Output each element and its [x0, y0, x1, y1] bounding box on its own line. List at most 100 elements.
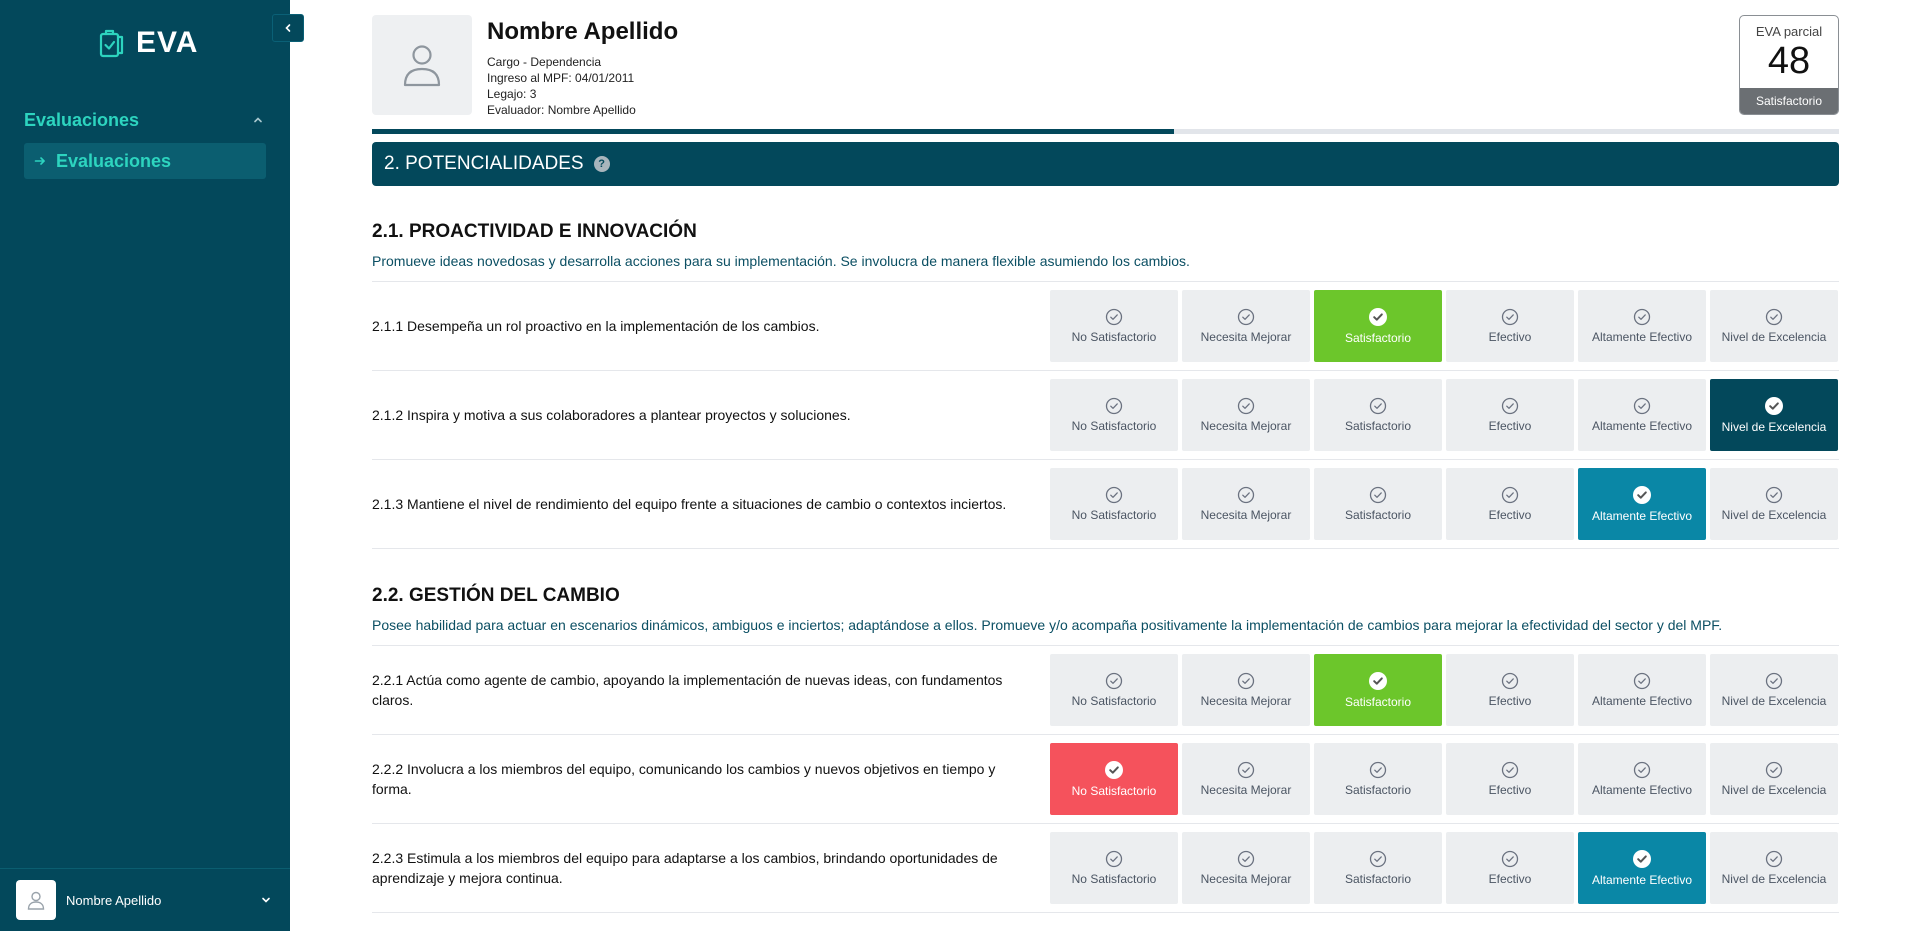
nav-group-label: Evaluaciones — [24, 109, 140, 130]
check-circle-icon — [1369, 672, 1387, 690]
check-circle-icon — [1633, 761, 1651, 779]
profile-photo — [372, 15, 472, 115]
rating-option-efectivo[interactable]: Efectivo — [1446, 743, 1574, 815]
avatar — [16, 880, 56, 920]
rating-option-altamente-efectivo[interactable]: Altamente Efectivo — [1578, 468, 1706, 540]
rating-option-satisfactorio[interactable]: Satisfactorio — [1314, 832, 1442, 904]
rating-option-label: Satisfactorio — [1344, 695, 1412, 709]
rating-option-altamente-efectivo[interactable]: Altamente Efectivo — [1578, 832, 1706, 904]
rating-option-label: No Satisfactorio — [1071, 872, 1157, 886]
rating-option-altamente-efectivo[interactable]: Altamente Efectivo — [1578, 379, 1706, 451]
rating-option-label: No Satisfactorio — [1071, 694, 1157, 708]
rating-option-efectivo[interactable]: Efectivo — [1446, 290, 1574, 362]
check-circle-icon — [1237, 850, 1255, 868]
rating-option-necesita-mejorar[interactable]: Necesita Mejorar — [1182, 743, 1310, 815]
collapse-sidebar-button[interactable] — [272, 14, 304, 42]
rating-option-satisfactorio[interactable]: Satisfactorio — [1314, 468, 1442, 540]
rating-option-nivel-de-excelencia[interactable]: Nivel de Excelencia — [1710, 379, 1838, 451]
rating-option-nivel-de-excelencia[interactable]: Nivel de Excelencia — [1710, 290, 1838, 362]
rating-option-label: Satisfactorio — [1344, 872, 1412, 886]
arrow-right-icon — [34, 157, 45, 165]
rating-option-necesita-mejorar[interactable]: Necesita Mejorar — [1182, 468, 1310, 540]
rating-option-nivel-de-excelencia[interactable]: Nivel de Excelencia — [1710, 654, 1838, 726]
user-icon — [27, 891, 45, 910]
check-circle-icon — [1105, 850, 1123, 868]
criterion-row: 2.2.2 Involucra a los miembros del equip… — [372, 735, 1839, 824]
rating-option-satisfactorio[interactable]: Satisfactorio — [1314, 743, 1442, 815]
rating-option-no-satisfactorio[interactable]: No Satisfactorio — [1050, 290, 1178, 362]
rating-option-necesita-mejorar[interactable]: Necesita Mejorar — [1182, 379, 1310, 451]
rating-option-efectivo[interactable]: Efectivo — [1446, 379, 1574, 451]
nav-group-evaluaciones[interactable]: Evaluaciones — [24, 108, 264, 132]
rating-option-satisfactorio[interactable]: Satisfactorio — [1314, 654, 1442, 726]
rating-option-no-satisfactorio[interactable]: No Satisfactorio — [1050, 379, 1178, 451]
rating-option-necesita-mejorar[interactable]: Necesita Mejorar — [1182, 290, 1310, 362]
rating-option-label: Nivel de Excelencia — [1721, 694, 1827, 708]
check-circle-icon — [1765, 308, 1783, 326]
eva-score-card: EVA parcial 48 Satisfactorio — [1739, 15, 1839, 115]
rating-option-label: Efectivo — [1488, 419, 1532, 433]
check-circle-icon — [1501, 850, 1519, 868]
criterion-text: 2.2.2 Involucra a los miembros del equip… — [372, 761, 996, 797]
check-circle-icon — [1633, 486, 1651, 504]
rating-option-label: No Satisfactorio — [1071, 419, 1157, 433]
rating-option-satisfactorio[interactable]: Satisfactorio — [1314, 290, 1442, 362]
brand-name: EVA — [136, 26, 199, 59]
rating-option-necesita-mejorar[interactable]: Necesita Mejorar — [1182, 832, 1310, 904]
rating-option-label: Nivel de Excelencia — [1721, 783, 1827, 797]
rating-option-label: Nivel de Excelencia — [1721, 508, 1827, 522]
profile-name: Nombre Apellido — [487, 18, 679, 45]
rating-option-nivel-de-excelencia[interactable]: Nivel de Excelencia — [1710, 468, 1838, 540]
rating-option-efectivo[interactable]: Efectivo — [1446, 832, 1574, 904]
check-circle-icon — [1633, 850, 1651, 868]
rating-option-altamente-efectivo[interactable]: Altamente Efectivo — [1578, 290, 1706, 362]
rating-option-nivel-de-excelencia[interactable]: Nivel de Excelencia — [1710, 743, 1838, 815]
rating-option-efectivo[interactable]: Efectivo — [1446, 468, 1574, 540]
user-menu[interactable]: Nombre Apellido — [0, 868, 290, 931]
check-circle-icon — [1237, 308, 1255, 326]
rating-option-necesita-mejorar[interactable]: Necesita Mejorar — [1182, 654, 1310, 726]
criterion-text: 2.2.3 Estimula a los miembros del equipo… — [372, 850, 998, 886]
eva-status-badge: Satisfactorio — [1740, 88, 1838, 114]
profile-legajo: Legajo: 3 — [487, 87, 537, 101]
help-icon[interactable]: ? — [593, 156, 610, 172]
check-circle-icon — [1237, 397, 1255, 415]
rating-option-label: No Satisfactorio — [1071, 508, 1157, 522]
criterion-row: 2.1.3 Mantiene el nivel de rendimiento d… — [372, 460, 1839, 549]
sidebar-item-label: Evaluaciones — [56, 150, 172, 171]
criterion-row: 2.1.2 Inspira y motiva a sus colaborador… — [372, 371, 1839, 460]
profile-info: Nombre Apellido Cargo - Dependencia Ingr… — [487, 18, 678, 118]
sidebar-item-evaluaciones[interactable]: Evaluaciones — [24, 143, 266, 179]
eva-label: EVA parcial — [1755, 24, 1823, 39]
rating-option-nivel-de-excelencia[interactable]: Nivel de Excelencia — [1710, 832, 1838, 904]
check-circle-icon — [1765, 672, 1783, 690]
rating-option-label: Necesita Mejorar — [1200, 694, 1292, 708]
rating-option-label: Altamente Efectivo — [1591, 330, 1693, 344]
user-name: Nombre Apellido — [66, 892, 162, 908]
brand-logo[interactable]: EVA — [98, 26, 198, 60]
rating-option-altamente-efectivo[interactable]: Altamente Efectivo — [1578, 654, 1706, 726]
criterion-text: 2.1.1 Desempeña un rol proactivo en la i… — [372, 318, 820, 334]
check-circle-icon — [1765, 850, 1783, 868]
rating-option-label: Altamente Efectivo — [1591, 694, 1693, 708]
rating-options: No Satisfactorio Necesita Mejorar Satisfac… — [1050, 832, 1838, 904]
subsection-gestion-cambio: 2.2. GESTIÓN DEL CAMBIO Posee habilidad … — [372, 585, 1839, 646]
rating-option-altamente-efectivo[interactable]: Altamente Efectivo — [1578, 743, 1706, 815]
criterion-text: 2.1.3 Mantiene el nivel de rendimiento d… — [372, 496, 1007, 512]
rating-option-no-satisfactorio[interactable]: No Satisfactorio — [1050, 832, 1178, 904]
section-header: 2. POTENCIALIDADES ? — [372, 142, 1839, 186]
check-circle-icon — [1501, 486, 1519, 504]
rating-option-no-satisfactorio[interactable]: No Satisfactorio — [1050, 468, 1178, 540]
criterion-row: 2.1.1 Desempeña un rol proactivo en la i… — [372, 282, 1839, 371]
rating-option-no-satisfactorio[interactable]: No Satisfactorio — [1050, 654, 1178, 726]
check-circle-icon — [1369, 761, 1387, 779]
sidebar: EVA Evaluaciones Evaluaciones Nombre Ape… — [0, 0, 290, 931]
rating-option-satisfactorio[interactable]: Satisfactorio — [1314, 379, 1442, 451]
clipboard-check-icon — [99, 29, 124, 58]
check-circle-icon — [1369, 850, 1387, 868]
chevron-down-icon — [262, 897, 270, 903]
rating-option-label: Altamente Efectivo — [1591, 873, 1693, 887]
rating-option-label: Necesita Mejorar — [1200, 419, 1292, 433]
rating-option-efectivo[interactable]: Efectivo — [1446, 654, 1574, 726]
rating-option-no-satisfactorio[interactable]: No Satisfactorio — [1050, 743, 1178, 815]
